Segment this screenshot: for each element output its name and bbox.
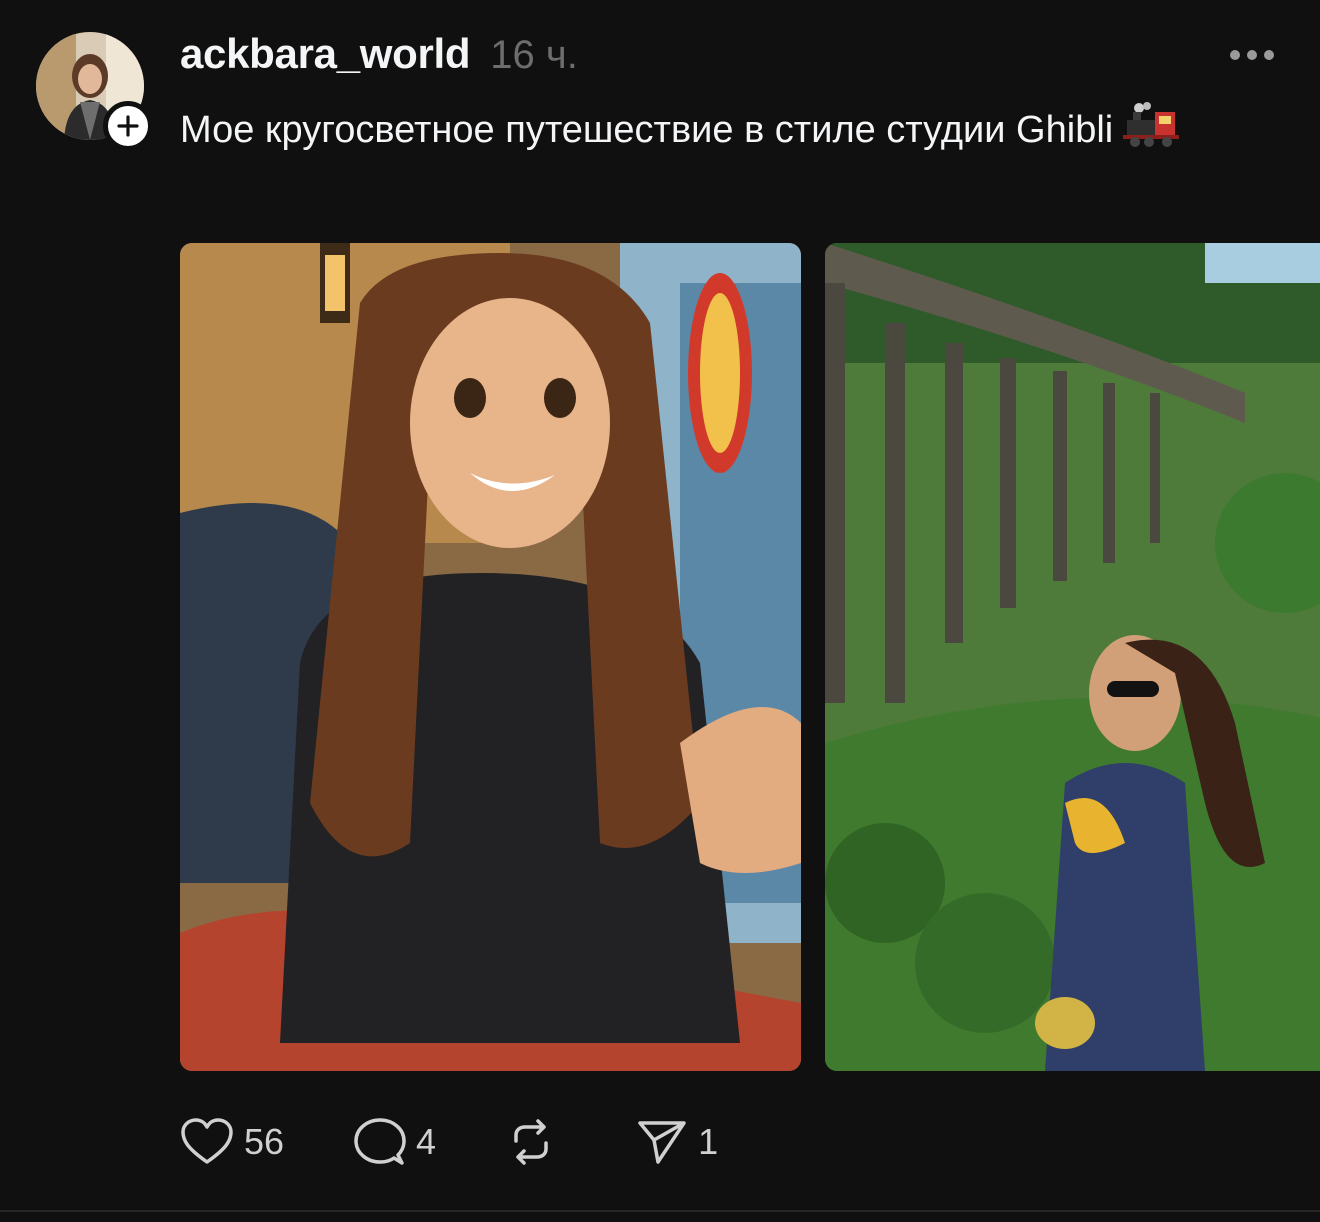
post-time[interactable]: 16 ч. (490, 33, 578, 78)
share-count: 1 (698, 1121, 719, 1162)
more-options-button[interactable] (1226, 38, 1278, 72)
repost-button[interactable] (506, 1117, 566, 1167)
divider (0, 1210, 1320, 1212)
thread-post: ackbara_world 16 ч. Мое кругосветное пут… (0, 0, 1320, 1222)
username-link[interactable]: ackbara_world (180, 30, 471, 78)
anime-selfie-image[interactable] (180, 243, 801, 1071)
reply-button[interactable]: 4 (354, 1117, 436, 1167)
reply-count: 4 (416, 1121, 437, 1162)
share-button[interactable]: 1 (636, 1118, 718, 1166)
plus-icon (117, 115, 139, 137)
comment-bubble-icon (354, 1118, 406, 1165)
post-caption: Мое кругосветное путешествие в стиле сту… (180, 100, 1260, 166)
like-count: 56 (244, 1121, 285, 1162)
like-button[interactable]: 56 (180, 1118, 284, 1166)
follow-plus-button[interactable] (103, 101, 153, 151)
caption-text: Мое кругосветное путешествие в стиле сту… (180, 109, 1114, 151)
post-actions: 56 4 1 (180, 1112, 788, 1172)
anime-viaduct-jungle-image[interactable] (825, 243, 1320, 1071)
heart-icon (181, 1118, 233, 1164)
send-icon (638, 1121, 686, 1164)
post-header: ackbara_world 16 ч. (180, 30, 578, 78)
steam-locomotive-emoji (1123, 102, 1180, 166)
more-dots-icon (1230, 50, 1274, 60)
repost-icon (514, 1119, 548, 1165)
